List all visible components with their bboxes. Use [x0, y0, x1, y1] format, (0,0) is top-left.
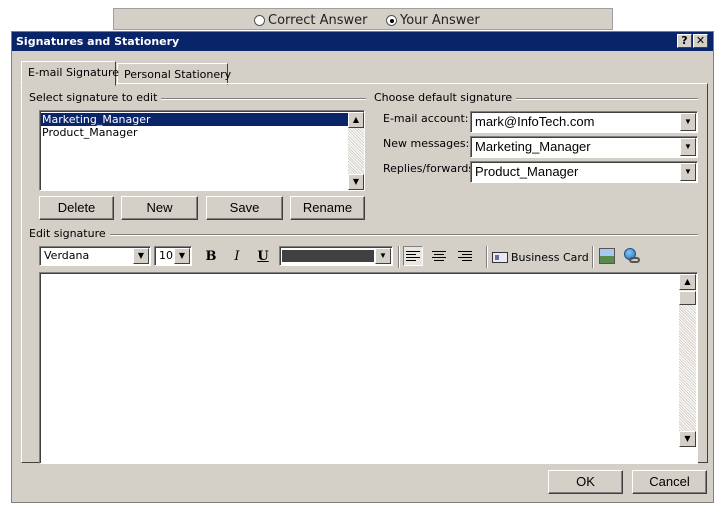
your-answer-label: Your Answer [400, 12, 480, 28]
font-color-select[interactable]: ▼ [279, 246, 393, 266]
business-card-button[interactable]: Business Card [492, 248, 589, 266]
email-account-select[interactable]: mark@InfoTech.com ▼ [470, 111, 698, 133]
default-signature-heading: Choose default signature [374, 91, 517, 104]
edit-signature-heading: Edit signature [29, 227, 110, 240]
replies-forwards-dropdown-icon[interactable]: ▼ [680, 163, 696, 181]
bold-button[interactable]: B [201, 247, 221, 267]
toolbar-separator-3 [592, 246, 594, 268]
underline-button[interactable]: U [253, 247, 273, 267]
font-name-value: Verdana [44, 249, 90, 262]
signatures-dialog: Signatures and Stationery ? ✕ E-mail Sig… [11, 31, 714, 503]
editor-scroll-down-icon[interactable]: ▼ [679, 431, 696, 447]
tab-personal-stationery[interactable]: Personal Stationery [117, 63, 232, 85]
font-color-swatch [282, 250, 374, 262]
tab-personal-stationery-label: Personal Stationery [124, 68, 232, 81]
help-button[interactable]: ? [677, 34, 692, 48]
align-right-icon [458, 251, 472, 263]
correct-answer-label: Correct Answer [268, 12, 368, 28]
new-messages-value: Marketing_Manager [475, 139, 591, 154]
font-size-value: 10 [159, 249, 173, 262]
rename-button[interactable]: Rename [290, 196, 365, 220]
font-name-select[interactable]: Verdana ▼ [39, 246, 151, 266]
edit-signature-divider [29, 234, 698, 236]
signature-editor[interactable]: ▲ ▼ [39, 272, 698, 464]
align-right-button[interactable] [455, 246, 475, 266]
scroll-down-arrow-icon[interactable]: ▼ [348, 174, 364, 190]
signature-listbox[interactable]: Marketing_Manager Product_Manager ▲ ▼ [39, 110, 365, 191]
new-messages-select[interactable]: Marketing_Manager ▼ [470, 136, 698, 158]
font-size-dropdown-icon[interactable]: ▼ [174, 248, 190, 264]
scroll-up-arrow-icon[interactable]: ▲ [348, 112, 364, 128]
font-name-dropdown-icon[interactable]: ▼ [133, 248, 149, 264]
italic-button[interactable]: I [227, 247, 247, 267]
business-card-label: Business Card [511, 250, 589, 264]
editor-scroll-thumb[interactable] [679, 291, 696, 305]
ok-button[interactable]: OK [548, 470, 623, 494]
select-signature-heading: Select signature to edit [29, 91, 162, 104]
delete-button[interactable]: Delete [39, 196, 114, 220]
align-left-button[interactable] [403, 246, 423, 266]
save-button[interactable]: Save [206, 196, 283, 220]
your-answer-option[interactable]: Your Answer [386, 12, 480, 28]
new-button[interactable]: New [121, 196, 198, 220]
replies-forwards-label: Replies/forwards: [383, 162, 478, 175]
cancel-button[interactable]: Cancel [632, 470, 707, 494]
signature-list-scrollbar[interactable]: ▲ ▼ [348, 112, 364, 190]
answer-toggle-bar: Correct Answer Your Answer [113, 8, 613, 30]
email-account-label: E-mail account: [383, 112, 469, 125]
email-account-dropdown-icon[interactable]: ▼ [680, 113, 696, 131]
tab-email-signature[interactable]: E-mail Signature [21, 61, 120, 86]
email-account-value: mark@InfoTech.com [475, 114, 595, 129]
dialog-title: Signatures and Stationery [16, 35, 180, 48]
signature-item-marketing-manager[interactable]: Marketing_Manager [41, 113, 348, 126]
align-center-button[interactable] [429, 246, 449, 266]
editor-scroll-up-icon[interactable]: ▲ [679, 274, 696, 290]
signature-item-product-manager[interactable]: Product_Manager [41, 126, 348, 139]
replies-forwards-value: Product_Manager [475, 164, 579, 179]
toolbar-separator-1 [398, 246, 400, 268]
insert-hyperlink-icon[interactable] [624, 248, 641, 265]
new-messages-label: New messages: [383, 137, 470, 150]
business-card-icon [492, 251, 508, 263]
font-color-dropdown-icon[interactable]: ▼ [375, 248, 391, 264]
replies-forwards-select[interactable]: Product_Manager ▼ [470, 161, 698, 183]
toolbar-separator-2 [486, 246, 488, 268]
your-answer-radio[interactable] [386, 14, 397, 26]
correct-answer-radio[interactable] [254, 14, 265, 26]
insert-picture-icon[interactable] [599, 248, 615, 264]
close-button[interactable]: ✕ [693, 34, 708, 48]
tab-email-signature-label: E-mail Signature [28, 66, 120, 79]
correct-answer-option[interactable]: Correct Answer [254, 12, 367, 28]
align-left-icon [406, 251, 420, 263]
title-bar: Signatures and Stationery ? ✕ [12, 32, 713, 51]
editor-scrollbar[interactable]: ▲ ▼ [679, 274, 696, 447]
align-center-icon [432, 251, 446, 263]
font-size-select[interactable]: 10 ▼ [154, 246, 192, 266]
new-messages-dropdown-icon[interactable]: ▼ [680, 138, 696, 156]
